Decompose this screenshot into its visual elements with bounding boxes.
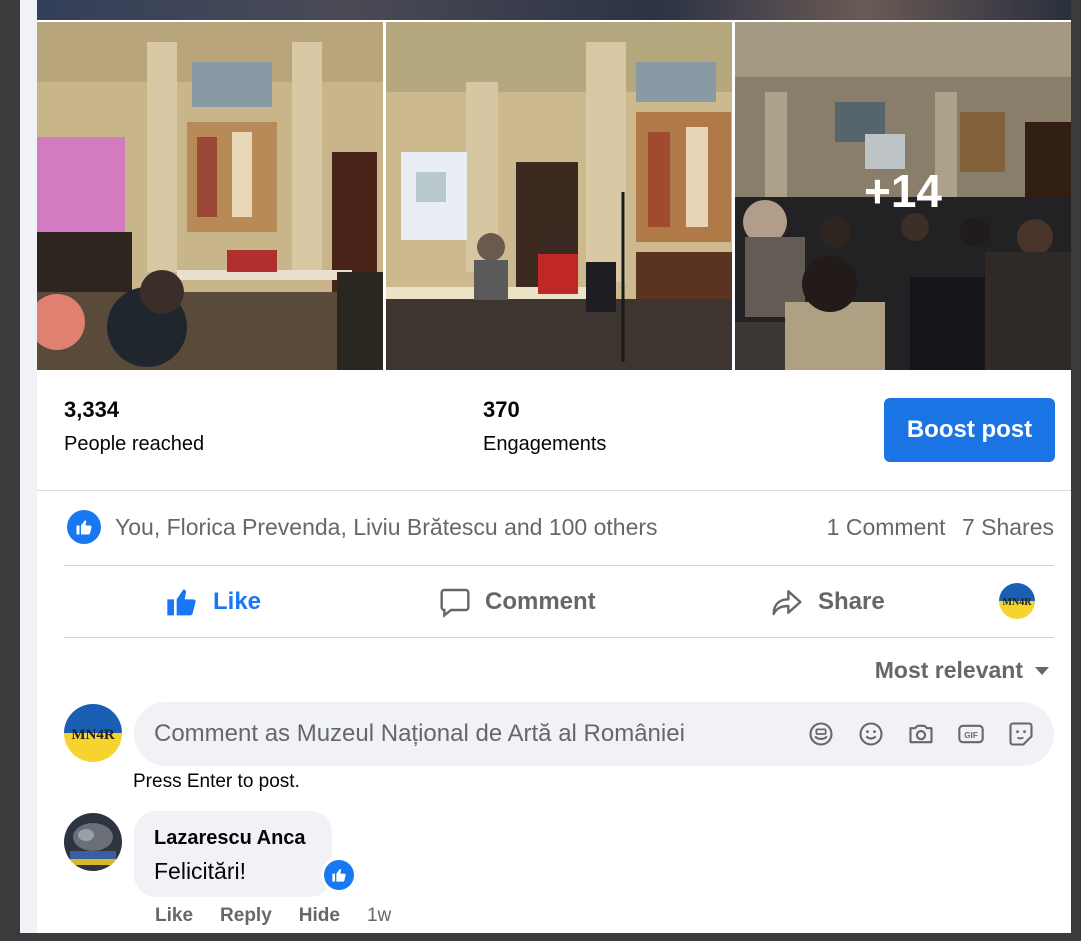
reach-label: People reached (64, 433, 205, 455)
divider (64, 565, 1054, 566)
page-avatar-selector[interactable]: MN4R (999, 583, 1035, 619)
share-arrow-icon (772, 590, 802, 616)
share-count-link[interactable]: 7 Shares (962, 514, 1054, 540)
reach-stat: 3,334 People reached (64, 397, 204, 456)
engagement-value: 370 (483, 397, 520, 422)
feed-background (20, 0, 37, 941)
like-reaction-icon[interactable] (67, 510, 101, 544)
comment-actions: Like Reply Hide 1w (155, 905, 418, 927)
comment-like-link[interactable]: Like (155, 905, 193, 927)
comment-bubble: Lazarescu Anca Felicitări! (134, 811, 332, 897)
comment-timestamp[interactable]: 1w (367, 905, 391, 927)
engagement-counts: 1 Comment 7 Shares (817, 514, 1054, 541)
reach-value: 3,334 (64, 397, 120, 422)
comment-input[interactable] (154, 702, 774, 766)
divider (37, 490, 1071, 491)
comment-count-link[interactable]: 1 Comment (827, 514, 946, 540)
share-label: Share (818, 588, 885, 615)
comment-like-reaction-icon[interactable] (321, 857, 357, 893)
composer-tools: GIF (806, 719, 1036, 749)
sticker-icon[interactable] (806, 719, 836, 749)
sort-label: Most relevant (874, 657, 1023, 683)
svg-text:MN4R: MN4R (1003, 597, 1033, 608)
comment-author[interactable]: Lazarescu Anca (154, 827, 312, 850)
engagement-label: Engagements (483, 433, 607, 455)
post-photo-1[interactable] (37, 22, 383, 370)
share-button[interactable]: Share (770, 578, 885, 626)
comment-button[interactable]: Comment (439, 578, 596, 626)
like-label: Like (213, 588, 262, 615)
composer-avatar: MN4R (64, 704, 122, 762)
window-edge (0, 0, 20, 941)
reactions-summary[interactable]: You, Florica Prevenda, Liviu Brătescu an… (115, 514, 658, 541)
comment-hide-link[interactable]: Hide (299, 905, 340, 927)
comment-sort-dropdown[interactable]: Most relevant (875, 657, 1049, 684)
avatar-sticker-icon[interactable] (1006, 719, 1036, 749)
composer-hint: Press Enter to post. (133, 771, 300, 792)
engagement-stat: 370 Engagements (483, 397, 606, 456)
like-button[interactable]: Like (165, 578, 261, 626)
caret-down-icon (1035, 666, 1049, 675)
svg-text:MN4R: MN4R (71, 727, 114, 743)
gif-icon[interactable]: GIF (956, 719, 986, 749)
comment-text: Felicitări! (154, 858, 247, 884)
more-photos-count: +14 (735, 22, 1071, 370)
comment-reply-link[interactable]: Reply (220, 905, 272, 927)
speech-bubble-icon (440, 588, 470, 618)
camera-icon[interactable] (906, 719, 936, 749)
divider (64, 637, 1054, 638)
comment-composer: GIF (134, 702, 1054, 766)
commenter-avatar[interactable] (64, 813, 122, 871)
header-photo-strip[interactable] (37, 0, 1071, 20)
post-photo-3[interactable]: +14 (735, 22, 1071, 370)
thumbs-up-icon (167, 589, 196, 616)
boost-post-button[interactable]: Boost post (884, 398, 1055, 462)
post-card: +14 3,334 People reached 370 Engagements… (37, 0, 1071, 933)
window-edge-bottom (20, 933, 1081, 941)
comment-label: Comment (485, 588, 596, 615)
post-photo-2[interactable] (386, 22, 732, 370)
smiley-icon[interactable] (856, 719, 886, 749)
svg-text:GIF: GIF (964, 731, 978, 740)
